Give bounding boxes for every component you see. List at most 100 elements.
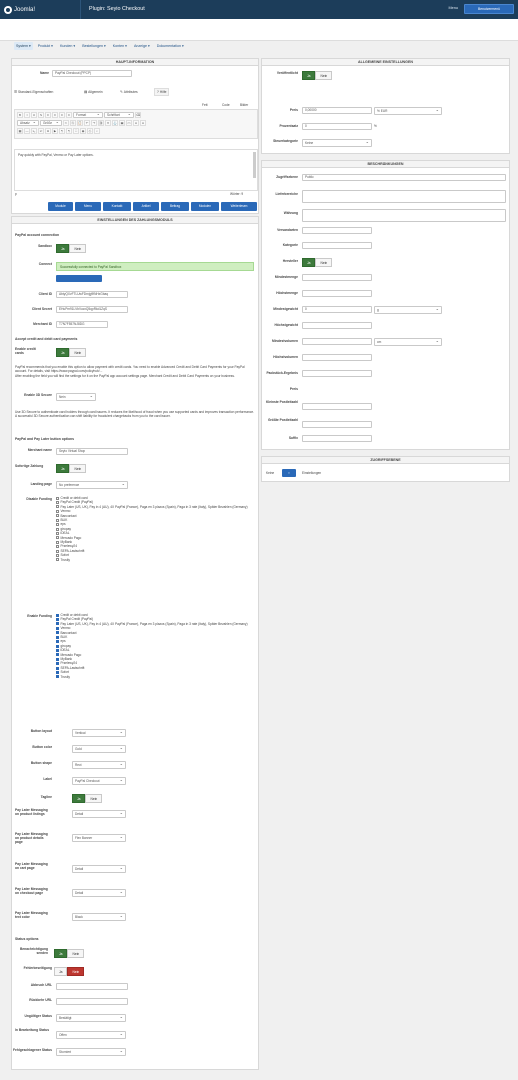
article-button[interactable]: Artikel	[133, 202, 159, 211]
merchant-name-input[interactable]: Seyio Virtual Shop	[56, 448, 128, 455]
charmap-icon[interactable]: Ω	[45, 128, 51, 134]
name-input[interactable]: PayPal Checkout (PPCP)	[52, 70, 132, 77]
manufacturer-toggle[interactable]: Ja Nein	[302, 258, 333, 267]
email-no[interactable]: Nein	[67, 949, 85, 958]
editor-tab-code[interactable]: Code	[222, 103, 230, 107]
contact-button[interactable]: Kontakt	[103, 202, 131, 211]
pay-later-product-select[interactable]: Detail	[72, 810, 126, 818]
subtab-allgemein[interactable]: ▤ Allgemein	[84, 88, 103, 96]
readmore-button[interactable]: Weiterlesen	[221, 202, 257, 211]
smart-buttons-toggle[interactable]: Ja Nein	[56, 464, 87, 473]
max-vol-input[interactable]	[302, 354, 372, 361]
return-url-input[interactable]	[56, 983, 128, 990]
email-yes[interactable]: Ja	[54, 949, 68, 958]
paragraph-select[interactable]: Absatz	[17, 120, 39, 126]
weight-unit-select[interactable]: g	[374, 306, 442, 314]
editor-tab-bilder[interactable]: Bilder	[240, 103, 248, 107]
search-icon[interactable]: ⌕	[94, 128, 100, 134]
unlink-icon[interactable]: ✕	[105, 120, 111, 126]
justify-icon[interactable]: ≡	[66, 112, 72, 118]
hr-icon[interactable]: —	[24, 128, 30, 134]
sandbox-no[interactable]: Nein	[69, 244, 87, 253]
sandbox-yes[interactable]: Ja	[56, 244, 70, 253]
max-weight-input[interactable]	[302, 322, 372, 329]
menu-button[interactable]: Menu	[75, 202, 101, 211]
sandbox-toggle[interactable]: Ja Nein	[56, 244, 87, 253]
sub-icon[interactable]: x₂	[31, 128, 37, 134]
tab-anzeige[interactable]: Anzeige ▾	[132, 42, 152, 50]
align-left-icon[interactable]: ≡	[45, 112, 51, 118]
weight-input[interactable]: 0	[302, 306, 372, 313]
published-toggle[interactable]: Ja Nein	[302, 71, 333, 80]
card-yes[interactable]: Ja	[56, 348, 70, 357]
preview-icon[interactable]: ◉	[80, 128, 86, 134]
landing-page-select[interactable]: No preference	[56, 481, 128, 489]
cancel-url-input[interactable]	[56, 998, 128, 1005]
eraser-icon[interactable]: ⌫	[135, 112, 141, 118]
tab-konten[interactable]: Konten ▾	[111, 42, 129, 50]
bg-color-icon[interactable]: A	[140, 120, 146, 126]
bold-icon[interactable]: B	[17, 112, 23, 118]
color-icon[interactable]: A	[133, 120, 139, 126]
pay-later-detail-select[interactable]: Flex Banner	[72, 834, 126, 842]
shipping-input[interactable]	[302, 227, 372, 234]
button-layout-select[interactable]: Vertical	[72, 729, 126, 737]
label-select[interactable]: PayPal Checkout	[72, 777, 126, 785]
manufacturer-yes[interactable]: Ja	[302, 258, 316, 267]
button-shape-select[interactable]: Rect	[72, 761, 126, 769]
sup-icon[interactable]: x²	[38, 128, 44, 134]
smart-yes[interactable]: Ja	[56, 464, 70, 473]
editor-area[interactable]: Pay quickly with PayPal, Venmo or Pay La…	[14, 149, 258, 191]
pay-later-cart-select[interactable]: Detail	[72, 865, 126, 873]
tagline-toggle[interactable]: Ja Nein	[72, 794, 103, 803]
email-toggle[interactable]: Ja Nein	[54, 949, 85, 958]
editor-scrollbar[interactable]	[253, 152, 256, 178]
price-input[interactable]: 0,00000	[302, 107, 372, 114]
format-select[interactable]: Format	[73, 112, 103, 118]
size-input[interactable]	[302, 370, 372, 377]
post-button[interactable]: Beitrag	[161, 202, 189, 211]
pending-status-select[interactable]: Offen	[56, 1031, 126, 1039]
table-icon[interactable]: ▦	[17, 128, 23, 134]
vol-unit-select[interactable]: cm	[374, 338, 442, 346]
smart-no[interactable]: Nein	[69, 464, 87, 473]
suffix-input[interactable]	[302, 435, 372, 442]
disable-trustly[interactable]: Trustly	[56, 558, 252, 562]
debug-yes[interactable]: Ja	[54, 967, 68, 976]
max-qty-input[interactable]	[302, 290, 372, 297]
button-color-select[interactable]: Gold	[72, 745, 126, 753]
subtab-standard[interactable]: ☰ Standard-Eigenschaften	[14, 88, 53, 96]
tagline-yes[interactable]: Ja	[72, 794, 86, 803]
percent-input[interactable]: 0	[302, 123, 372, 130]
fullscreen-icon[interactable]: ⛶	[73, 128, 79, 134]
strike-icon[interactable]: S	[38, 112, 44, 118]
card-payments-toggle[interactable]: Ja Nein	[56, 348, 87, 357]
copy-icon[interactable]: ⎘	[70, 120, 76, 126]
align-right-icon[interactable]: ≡	[59, 112, 65, 118]
italic-icon[interactable]: I	[24, 112, 30, 118]
anchor-icon[interactable]: ⚓	[112, 120, 118, 126]
menu-link[interactable]: Menu	[449, 6, 459, 10]
from-zip-input[interactable]	[302, 403, 372, 410]
tab-system[interactable]: System ▾	[14, 42, 33, 50]
subtab-hilfe[interactable]: ? Hilfe	[154, 88, 170, 96]
size-select[interactable]: Größe	[40, 120, 62, 126]
enable-trustly[interactable]: Trustly	[56, 675, 252, 679]
category-input[interactable]	[302, 242, 372, 249]
undo-icon[interactable]: ↶	[84, 120, 90, 126]
to-zip-input[interactable]	[302, 421, 372, 428]
editor-tab-fett[interactable]: Fett	[202, 103, 208, 107]
paste-icon[interactable]: 📋	[77, 120, 83, 126]
link-icon[interactable]: ⛓	[98, 120, 104, 126]
print-icon[interactable]: ⎙	[87, 128, 93, 134]
published-no[interactable]: Nein	[315, 71, 333, 80]
threeds-select[interactable]: Nein	[56, 393, 96, 401]
access-input[interactable]: Public	[302, 174, 506, 181]
tax-select[interactable]: Keine	[302, 139, 372, 147]
published-yes[interactable]: Ja	[302, 71, 316, 80]
cut-icon[interactable]: ✂	[63, 120, 69, 126]
debug-toggle[interactable]: Ja Nein	[54, 967, 85, 976]
debug-no[interactable]: Nein	[67, 967, 85, 976]
user-menu-button[interactable]: Benutzermenü	[464, 4, 514, 14]
merchant-id-input[interactable]: T7N7F557NJ8DG	[56, 321, 108, 328]
